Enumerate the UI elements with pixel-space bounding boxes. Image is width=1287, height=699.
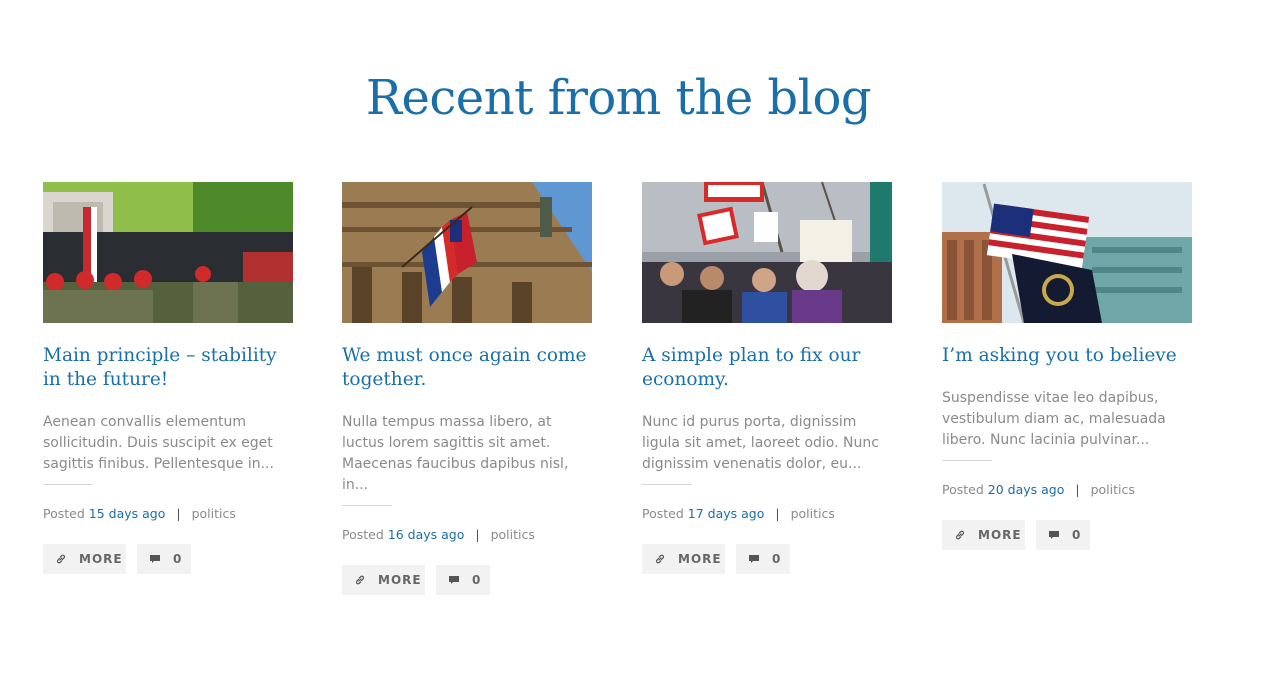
posted-label: Posted [942, 482, 984, 497]
post-actions: MORE 0 [43, 544, 293, 574]
blog-post-card: I’m asking you to believe Suspendisse vi… [942, 182, 1192, 550]
post-meta: Posted 17 days ago | politics [642, 506, 892, 522]
comments-count: 0 [772, 552, 782, 566]
flags-building-photo [342, 182, 592, 323]
comment-icon [149, 553, 161, 565]
link-icon [954, 529, 966, 541]
us-flag-photo [942, 182, 1192, 323]
posted-label: Posted [642, 506, 684, 521]
comment-icon [448, 574, 460, 586]
section-title: Recent from the blog [365, 70, 872, 126]
post-excerpt: Aenean convallis elementum sollicitudin.… [43, 414, 274, 472]
blog-post-card: A simple plan to fix our economy. Nunc i… [642, 182, 892, 574]
post-category-link[interactable]: politics [1091, 482, 1135, 497]
divider [342, 505, 392, 506]
post-date-link[interactable]: 17 days ago [688, 506, 765, 521]
link-icon [654, 553, 666, 565]
comments-count: 0 [1072, 528, 1082, 542]
blog-post-card: Main principle – stability in the future… [43, 182, 293, 574]
meta-separator: | [176, 506, 181, 521]
post-actions: MORE 0 [942, 520, 1192, 550]
post-thumbnail[interactable] [43, 182, 293, 323]
link-icon [55, 553, 67, 565]
comments-count: 0 [173, 552, 183, 566]
comments-count: 0 [472, 573, 482, 587]
post-excerpt: Nulla tempus massa libero, at luctus lor… [342, 414, 569, 493]
post-meta: Posted 20 days ago | politics [942, 482, 1192, 498]
post-category-link[interactable]: politics [791, 506, 835, 521]
comment-icon [1048, 529, 1060, 541]
protest-photo [642, 182, 892, 323]
more-label: MORE [978, 528, 1022, 542]
post-excerpt: Suspendisse vitae leo dapibus, vestibulu… [942, 390, 1166, 448]
divider [642, 484, 692, 485]
comment-icon [748, 553, 760, 565]
comments-button[interactable]: 0 [137, 544, 191, 574]
post-title-link[interactable]: A simple plan to fix our economy. [642, 344, 892, 392]
post-excerpt: Nunc id purus porta, dignissim ligula si… [642, 414, 879, 472]
more-label: MORE [678, 552, 722, 566]
meta-separator: | [1075, 482, 1080, 497]
post-meta: Posted 16 days ago | politics [342, 527, 592, 543]
post-date-link[interactable]: 20 days ago [988, 482, 1065, 497]
post-category-link[interactable]: politics [192, 506, 236, 521]
comments-button[interactable]: 0 [736, 544, 790, 574]
link-icon [354, 574, 366, 586]
post-thumbnail[interactable] [342, 182, 592, 323]
parade-photo [43, 182, 293, 323]
more-button[interactable]: MORE [642, 544, 725, 574]
divider [942, 460, 992, 461]
post-category-link[interactable]: politics [491, 527, 535, 542]
more-button[interactable]: MORE [43, 544, 126, 574]
post-date-link[interactable]: 16 days ago [388, 527, 465, 542]
comments-button[interactable]: 0 [436, 565, 490, 595]
post-date-link[interactable]: 15 days ago [89, 506, 166, 521]
comments-button[interactable]: 0 [1036, 520, 1090, 550]
posted-label: Posted [342, 527, 384, 542]
post-title-link[interactable]: I’m asking you to believe [942, 344, 1192, 368]
post-thumbnail[interactable] [642, 182, 892, 323]
more-label: MORE [79, 552, 123, 566]
meta-separator: | [475, 527, 480, 542]
posted-label: Posted [43, 506, 85, 521]
post-title-link[interactable]: We must once again come together. [342, 344, 592, 392]
post-actions: MORE 0 [642, 544, 892, 574]
post-thumbnail[interactable] [942, 182, 1192, 323]
divider [43, 484, 93, 485]
post-meta: Posted 15 days ago | politics [43, 506, 293, 522]
blog-post-card: We must once again come together. Nulla … [342, 182, 592, 595]
meta-separator: | [775, 506, 780, 521]
more-button[interactable]: MORE [342, 565, 425, 595]
post-title-link[interactable]: Main principle – stability in the future… [43, 344, 293, 392]
more-button[interactable]: MORE [942, 520, 1025, 550]
post-actions: MORE 0 [342, 565, 592, 595]
more-label: MORE [378, 573, 422, 587]
